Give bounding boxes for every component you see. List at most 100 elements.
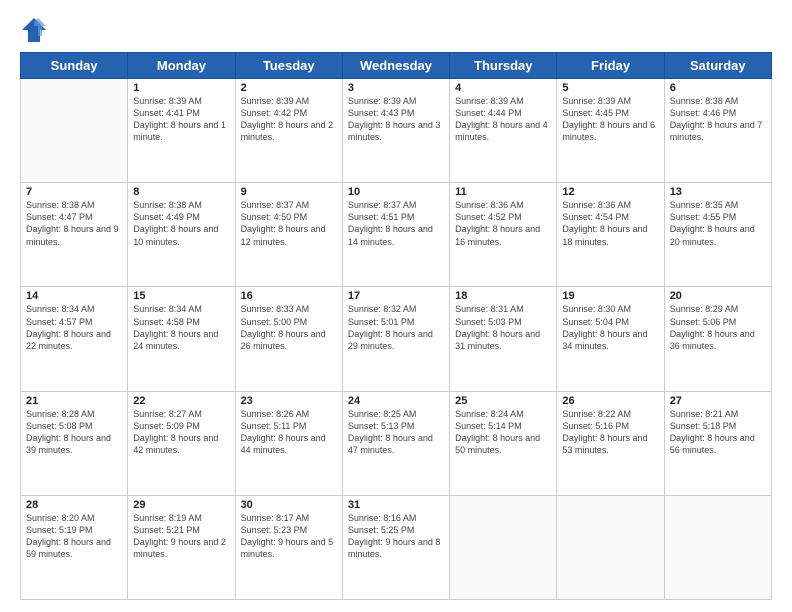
calendar-cell <box>21 79 128 183</box>
day-number: 2 <box>241 82 337 94</box>
day-number: 22 <box>133 395 229 407</box>
day-number: 31 <box>348 499 444 511</box>
weekday-header-monday: Monday <box>128 53 235 79</box>
calendar-cell: 10Sunrise: 8:37 AMSunset: 4:51 PMDayligh… <box>342 183 449 287</box>
day-number: 23 <box>241 395 337 407</box>
calendar-cell: 11Sunrise: 8:36 AMSunset: 4:52 PMDayligh… <box>450 183 557 287</box>
calendar-cell: 25Sunrise: 8:24 AMSunset: 5:14 PMDayligh… <box>450 391 557 495</box>
calendar-cell <box>664 495 771 599</box>
day-info: Sunrise: 8:30 AMSunset: 5:04 PMDaylight:… <box>562 303 658 352</box>
day-number: 27 <box>670 395 766 407</box>
calendar-cell: 28Sunrise: 8:20 AMSunset: 5:19 PMDayligh… <box>21 495 128 599</box>
day-info: Sunrise: 8:37 AMSunset: 4:51 PMDaylight:… <box>348 199 444 248</box>
day-number: 4 <box>455 82 551 94</box>
day-number: 14 <box>26 290 122 302</box>
day-info: Sunrise: 8:38 AMSunset: 4:47 PMDaylight:… <box>26 199 122 248</box>
day-number: 10 <box>348 186 444 198</box>
weekday-header-friday: Friday <box>557 53 664 79</box>
day-number: 24 <box>348 395 444 407</box>
calendar-cell: 8Sunrise: 8:38 AMSunset: 4:49 PMDaylight… <box>128 183 235 287</box>
weekday-header-tuesday: Tuesday <box>235 53 342 79</box>
day-info: Sunrise: 8:24 AMSunset: 5:14 PMDaylight:… <box>455 408 551 457</box>
calendar-cell: 3Sunrise: 8:39 AMSunset: 4:43 PMDaylight… <box>342 79 449 183</box>
day-number: 26 <box>562 395 658 407</box>
calendar-week-row: 28Sunrise: 8:20 AMSunset: 5:19 PMDayligh… <box>21 495 772 599</box>
day-info: Sunrise: 8:25 AMSunset: 5:13 PMDaylight:… <box>348 408 444 457</box>
day-info: Sunrise: 8:17 AMSunset: 5:23 PMDaylight:… <box>241 512 337 561</box>
calendar-week-row: 14Sunrise: 8:34 AMSunset: 4:57 PMDayligh… <box>21 287 772 391</box>
day-number: 20 <box>670 290 766 302</box>
calendar-cell: 14Sunrise: 8:34 AMSunset: 4:57 PMDayligh… <box>21 287 128 391</box>
day-number: 1 <box>133 82 229 94</box>
day-info: Sunrise: 8:39 AMSunset: 4:44 PMDaylight:… <box>455 95 551 144</box>
day-number: 15 <box>133 290 229 302</box>
calendar-cell: 26Sunrise: 8:22 AMSunset: 5:16 PMDayligh… <box>557 391 664 495</box>
day-info: Sunrise: 8:27 AMSunset: 5:09 PMDaylight:… <box>133 408 229 457</box>
day-number: 13 <box>670 186 766 198</box>
calendar-cell: 20Sunrise: 8:29 AMSunset: 5:06 PMDayligh… <box>664 287 771 391</box>
day-info: Sunrise: 8:36 AMSunset: 4:54 PMDaylight:… <box>562 199 658 248</box>
day-info: Sunrise: 8:21 AMSunset: 5:18 PMDaylight:… <box>670 408 766 457</box>
day-info: Sunrise: 8:31 AMSunset: 5:03 PMDaylight:… <box>455 303 551 352</box>
day-number: 29 <box>133 499 229 511</box>
calendar-cell: 19Sunrise: 8:30 AMSunset: 5:04 PMDayligh… <box>557 287 664 391</box>
day-number: 17 <box>348 290 444 302</box>
day-info: Sunrise: 8:32 AMSunset: 5:01 PMDaylight:… <box>348 303 444 352</box>
calendar-cell: 1Sunrise: 8:39 AMSunset: 4:41 PMDaylight… <box>128 79 235 183</box>
day-number: 6 <box>670 82 766 94</box>
day-info: Sunrise: 8:19 AMSunset: 5:21 PMDaylight:… <box>133 512 229 561</box>
calendar-cell: 30Sunrise: 8:17 AMSunset: 5:23 PMDayligh… <box>235 495 342 599</box>
day-number: 16 <box>241 290 337 302</box>
day-info: Sunrise: 8:34 AMSunset: 4:57 PMDaylight:… <box>26 303 122 352</box>
day-info: Sunrise: 8:37 AMSunset: 4:50 PMDaylight:… <box>241 199 337 248</box>
day-info: Sunrise: 8:33 AMSunset: 5:00 PMDaylight:… <box>241 303 337 352</box>
day-number: 18 <box>455 290 551 302</box>
day-info: Sunrise: 8:39 AMSunset: 4:41 PMDaylight:… <box>133 95 229 144</box>
day-info: Sunrise: 8:38 AMSunset: 4:49 PMDaylight:… <box>133 199 229 248</box>
day-info: Sunrise: 8:38 AMSunset: 4:46 PMDaylight:… <box>670 95 766 144</box>
weekday-header-row: SundayMondayTuesdayWednesdayThursdayFrid… <box>21 53 772 79</box>
day-info: Sunrise: 8:39 AMSunset: 4:42 PMDaylight:… <box>241 95 337 144</box>
day-number: 8 <box>133 186 229 198</box>
day-number: 12 <box>562 186 658 198</box>
calendar-cell: 16Sunrise: 8:33 AMSunset: 5:00 PMDayligh… <box>235 287 342 391</box>
calendar-cell: 6Sunrise: 8:38 AMSunset: 4:46 PMDaylight… <box>664 79 771 183</box>
day-info: Sunrise: 8:26 AMSunset: 5:11 PMDaylight:… <box>241 408 337 457</box>
calendar-cell: 29Sunrise: 8:19 AMSunset: 5:21 PMDayligh… <box>128 495 235 599</box>
day-info: Sunrise: 8:39 AMSunset: 4:45 PMDaylight:… <box>562 95 658 144</box>
calendar-cell <box>557 495 664 599</box>
calendar-week-row: 7Sunrise: 8:38 AMSunset: 4:47 PMDaylight… <box>21 183 772 287</box>
day-info: Sunrise: 8:16 AMSunset: 5:25 PMDaylight:… <box>348 512 444 561</box>
day-info: Sunrise: 8:36 AMSunset: 4:52 PMDaylight:… <box>455 199 551 248</box>
day-info: Sunrise: 8:35 AMSunset: 4:55 PMDaylight:… <box>670 199 766 248</box>
day-number: 11 <box>455 186 551 198</box>
calendar-cell: 15Sunrise: 8:34 AMSunset: 4:58 PMDayligh… <box>128 287 235 391</box>
calendar-cell: 4Sunrise: 8:39 AMSunset: 4:44 PMDaylight… <box>450 79 557 183</box>
calendar-cell: 9Sunrise: 8:37 AMSunset: 4:50 PMDaylight… <box>235 183 342 287</box>
calendar-cell: 17Sunrise: 8:32 AMSunset: 5:01 PMDayligh… <box>342 287 449 391</box>
calendar-cell: 24Sunrise: 8:25 AMSunset: 5:13 PMDayligh… <box>342 391 449 495</box>
calendar-cell: 12Sunrise: 8:36 AMSunset: 4:54 PMDayligh… <box>557 183 664 287</box>
calendar-cell: 21Sunrise: 8:28 AMSunset: 5:08 PMDayligh… <box>21 391 128 495</box>
page: SundayMondayTuesdayWednesdayThursdayFrid… <box>0 0 792 612</box>
day-info: Sunrise: 8:28 AMSunset: 5:08 PMDaylight:… <box>26 408 122 457</box>
calendar-week-row: 21Sunrise: 8:28 AMSunset: 5:08 PMDayligh… <box>21 391 772 495</box>
calendar-cell: 31Sunrise: 8:16 AMSunset: 5:25 PMDayligh… <box>342 495 449 599</box>
day-info: Sunrise: 8:34 AMSunset: 4:58 PMDaylight:… <box>133 303 229 352</box>
day-info: Sunrise: 8:29 AMSunset: 5:06 PMDaylight:… <box>670 303 766 352</box>
logo <box>20 16 52 44</box>
calendar-cell: 2Sunrise: 8:39 AMSunset: 4:42 PMDaylight… <box>235 79 342 183</box>
day-number: 7 <box>26 186 122 198</box>
calendar-cell: 7Sunrise: 8:38 AMSunset: 4:47 PMDaylight… <box>21 183 128 287</box>
day-number: 25 <box>455 395 551 407</box>
weekday-header-thursday: Thursday <box>450 53 557 79</box>
calendar-week-row: 1Sunrise: 8:39 AMSunset: 4:41 PMDaylight… <box>21 79 772 183</box>
day-number: 3 <box>348 82 444 94</box>
calendar-cell: 5Sunrise: 8:39 AMSunset: 4:45 PMDaylight… <box>557 79 664 183</box>
weekday-header-wednesday: Wednesday <box>342 53 449 79</box>
day-number: 30 <box>241 499 337 511</box>
calendar-cell: 22Sunrise: 8:27 AMSunset: 5:09 PMDayligh… <box>128 391 235 495</box>
day-info: Sunrise: 8:20 AMSunset: 5:19 PMDaylight:… <box>26 512 122 561</box>
logo-icon <box>20 16 48 44</box>
day-number: 28 <box>26 499 122 511</box>
